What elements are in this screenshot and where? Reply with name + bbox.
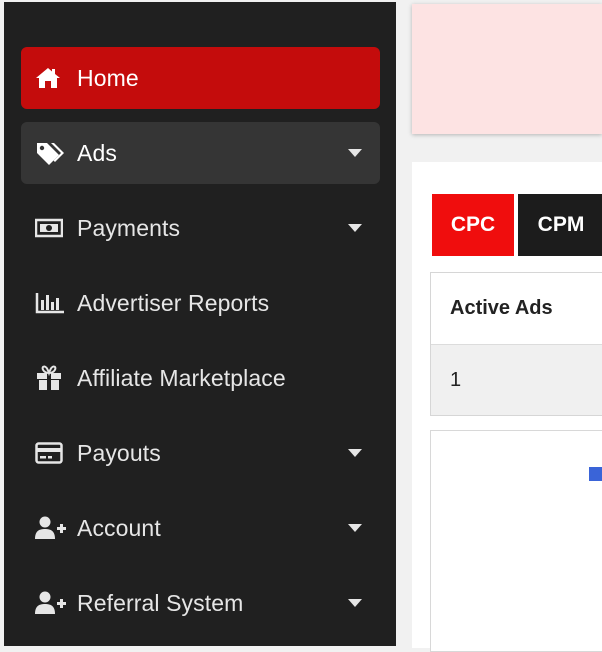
- ads-panel: CPC CPM Active Ads 1: [412, 162, 602, 652]
- active-ads-value: 1: [431, 345, 602, 415]
- sidebar-item-home[interactable]: Home: [21, 47, 380, 109]
- sidebar-item-label: Affiliate Marketplace: [77, 364, 286, 391]
- user-plus-icon: [35, 516, 69, 540]
- active-ads-table: Active Ads 1: [430, 272, 602, 416]
- gift-icon: [35, 365, 69, 390]
- sidebar-item-referral-system[interactable]: Referral System: [21, 572, 380, 634]
- main-content: CPC CPM Active Ads 1: [396, 0, 602, 652]
- chevron-down-icon: [348, 599, 362, 607]
- home-icon: [35, 66, 69, 90]
- chevron-down-icon: [348, 149, 362, 157]
- sidebar-item-label: Advertiser Reports: [77, 289, 270, 316]
- sidebar: Home Ads Payments Advertiser Reports Aff…: [4, 2, 396, 646]
- chevron-down-icon: [348, 449, 362, 457]
- sidebar-item-label: Ads: [77, 139, 117, 166]
- sidebar-item-account[interactable]: Account: [21, 497, 380, 559]
- tab-cpc[interactable]: CPC: [432, 194, 514, 256]
- sidebar-item-label: Payments: [77, 214, 181, 241]
- credit-card-icon: [35, 441, 69, 465]
- sidebar-item-ads[interactable]: Ads: [21, 122, 380, 184]
- user-plus-icon: [35, 591, 69, 615]
- bar-chart-icon: [35, 291, 69, 315]
- legend-swatch[interactable]: [589, 467, 602, 481]
- money-bill-icon: [35, 216, 69, 240]
- sidebar-item-payments[interactable]: Payments: [21, 197, 380, 259]
- sidebar-item-affiliate-marketplace[interactable]: Affiliate Marketplace: [21, 347, 380, 409]
- alert-banner: [412, 4, 602, 134]
- sidebar-item-advertiser-reports[interactable]: Advertiser Reports: [21, 272, 380, 334]
- chevron-down-icon: [348, 224, 362, 232]
- column-header-active-ads: Active Ads: [431, 273, 602, 345]
- sidebar-item-label: Payouts: [77, 439, 161, 466]
- tab-cpm[interactable]: CPM: [516, 194, 602, 256]
- chart-container: [430, 430, 602, 652]
- sidebar-item-label: Referral System: [77, 589, 244, 616]
- chevron-down-icon: [348, 524, 362, 532]
- tags-icon: [35, 141, 69, 165]
- sidebar-item-label: Account: [77, 514, 161, 541]
- sidebar-item-payouts[interactable]: Payouts: [21, 422, 380, 484]
- sidebar-item-label: Home: [77, 64, 139, 91]
